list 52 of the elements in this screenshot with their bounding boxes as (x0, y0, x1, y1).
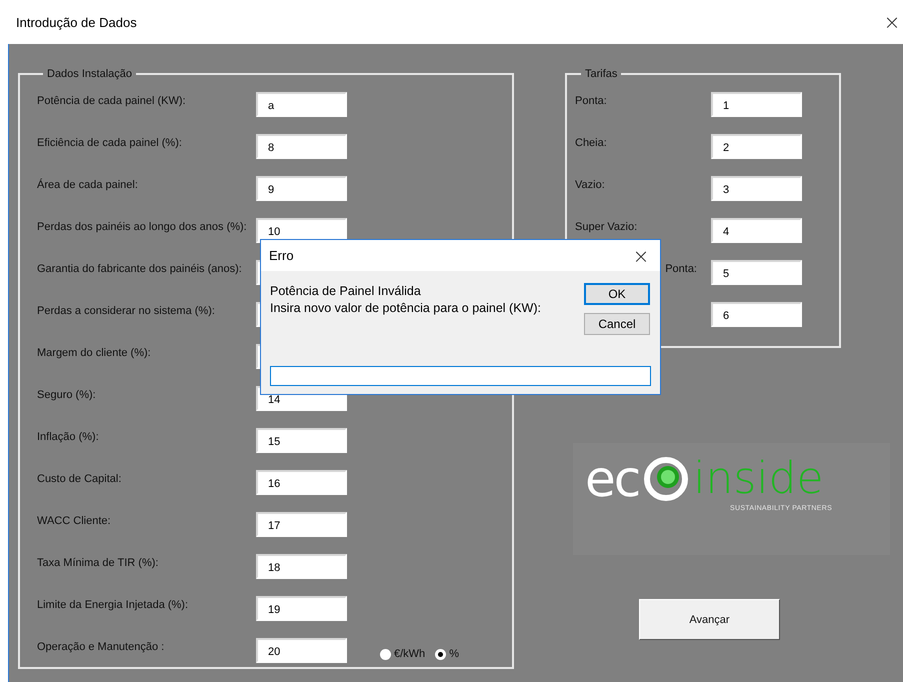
dialog-button[interactable]: OK (584, 283, 650, 305)
close-button[interactable]: × (881, 10, 903, 34)
input-field[interactable]: 19 (256, 596, 347, 621)
radio-option[interactable]: % (435, 648, 459, 660)
input-field[interactable]: 9 (256, 176, 347, 201)
input-field[interactable] (270, 366, 651, 386)
field-label: Ponta: (664, 262, 698, 275)
close-button[interactable]: × (630, 244, 652, 268)
field-label: WACC Cliente: (37, 514, 112, 527)
field-label: Cheia: (575, 136, 608, 149)
field-label: Seguro (%): (37, 388, 97, 401)
field-label: Limite da Energia Injetada (%): (37, 598, 190, 611)
logo-text: ec (585, 457, 640, 501)
window-title: Introdução de Dados (16, 14, 137, 30)
dialog-message: Insira novo valor de potência para o painel (KW): (270, 300, 541, 317)
field-label: Garantia do fabricante dos painéis (anos): (37, 262, 243, 275)
field-label: Custo de Capital: (37, 472, 122, 485)
input-field[interactable]: 3 (711, 176, 802, 201)
radio-option[interactable]: €/kWh (380, 648, 426, 660)
input-field[interactable]: 4 (711, 218, 802, 243)
field-label: Inflação (%): (37, 430, 100, 443)
field-label: Taxa Mínima de TIR (%): (37, 556, 160, 569)
group-title: Dados Instalação (46, 68, 133, 80)
field-label: Ponta: (575, 94, 608, 107)
next-button[interactable]: Avançar (639, 599, 780, 640)
field-label: Operação e Manutenção : (37, 640, 166, 653)
input-field[interactable]: a (256, 92, 347, 117)
dialog-title: Erro (269, 248, 294, 263)
field-label: Perdas a considerar no sistema (%): (37, 304, 216, 317)
field-label: Área de cada painel: (37, 178, 139, 191)
input-field[interactable]: 16 (256, 470, 347, 495)
input-field[interactable]: 8 (256, 134, 347, 159)
field-label: Perdas dos painéis ao longo dos anos (%): (37, 220, 248, 233)
input-field[interactable]: 2 (711, 134, 802, 159)
radio-button[interactable] (380, 648, 391, 660)
dialog-button[interactable]: Cancel (584, 313, 650, 335)
field-label: Potência de cada painel (KW): (37, 94, 187, 107)
radio-button[interactable] (435, 648, 446, 660)
field-label: Vazio: (575, 178, 606, 191)
input-field[interactable]: 20 (256, 638, 347, 663)
input-field[interactable]: 18 (256, 554, 347, 579)
field-label: Margem do cliente (%): (37, 346, 152, 359)
field-label: Eficiência de cada painel (%): (37, 136, 183, 149)
logo-text: inside (693, 457, 824, 501)
input-field[interactable]: 17 (256, 512, 347, 537)
field-label: Super Vazio: (575, 220, 638, 233)
group-title: Tarifas (584, 68, 618, 80)
input-field[interactable]: 6 (711, 302, 802, 327)
input-field[interactable]: 1 (711, 92, 802, 117)
input-field[interactable]: 15 (256, 428, 347, 453)
dialog-message: Potência de Painel Inválida (270, 283, 422, 300)
input-field[interactable]: 5 (711, 260, 802, 285)
